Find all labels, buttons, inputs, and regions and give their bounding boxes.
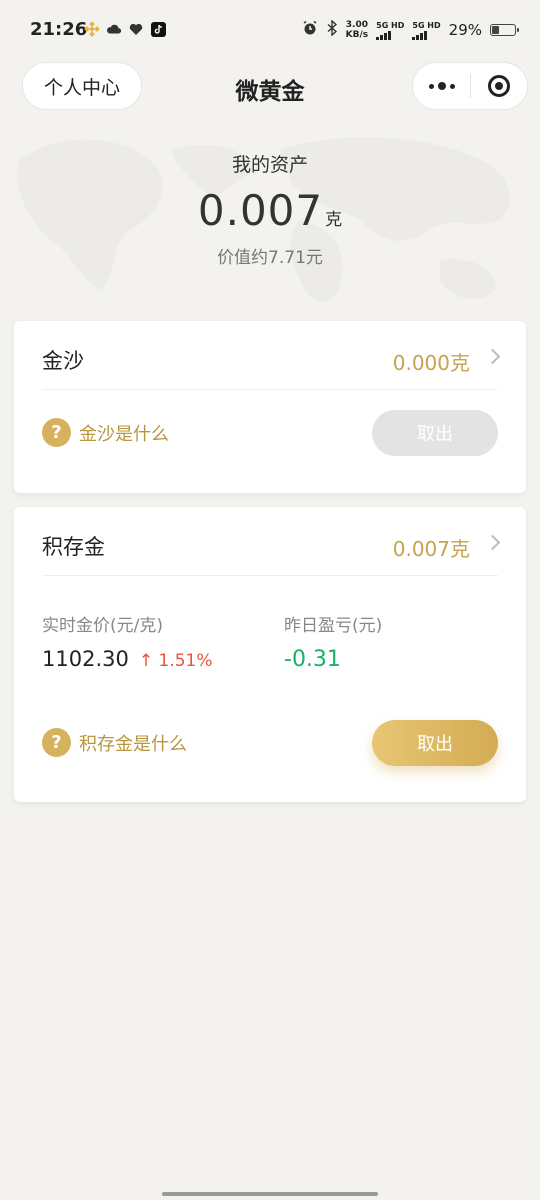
gold-accumulation-help-link[interactable]: ? 积存金是什么 xyxy=(42,728,187,757)
signal-bars-icon xyxy=(412,30,440,40)
asset-amount-unit: 克 xyxy=(325,210,343,230)
price-change: ↑ 1.51% xyxy=(138,651,213,671)
signal-bars-icon xyxy=(376,30,404,40)
gold-accumulation-header[interactable]: 积存金 0.007克 xyxy=(42,507,501,576)
status-time: 21:26 xyxy=(30,19,88,40)
asset-amount-value: 0.007 xyxy=(197,186,324,235)
close-miniprogram-button[interactable] xyxy=(471,62,527,110)
gold-accumulation-help-text: 积存金是什么 xyxy=(79,733,187,755)
gold-accumulation-withdraw-button[interactable]: 取出 xyxy=(372,720,498,766)
gold-accumulation-title: 积存金 xyxy=(42,535,105,559)
question-icon: ? xyxy=(42,418,71,447)
network-type-sim2: 5G HD xyxy=(412,20,441,30)
status-system-icons: 3.00 KB/s 5G HD 5G HD 29% xyxy=(302,19,519,40)
binance-icon xyxy=(84,21,100,37)
bluetooth-icon xyxy=(326,19,338,40)
target-close-icon xyxy=(487,75,510,97)
heart-icon xyxy=(128,21,144,37)
status-bar: 21:26 3.00 KB/s 5G HD 5G HD 29% xyxy=(0,0,540,64)
home-indicator[interactable] xyxy=(162,1192,378,1196)
battery-icon xyxy=(490,24,519,36)
realtime-price-row: 1102.30 ↑ 1.51% xyxy=(42,647,213,671)
status-notification-icons xyxy=(84,21,166,37)
realtime-price-label: 实时金价(元/克) xyxy=(42,616,163,636)
signal-sim2: 5G HD xyxy=(412,20,441,40)
tiktok-icon xyxy=(150,21,166,37)
more-options-button[interactable] xyxy=(413,62,470,110)
gold-accumulation-card: 积存金 0.007克 实时金价(元/克) 1102.30 ↑ 1.51% 昨日盈… xyxy=(14,507,526,802)
battery-percent: 29% xyxy=(448,21,482,39)
gold-sand-help-text: 金沙是什么 xyxy=(79,423,169,445)
gold-sand-withdraw-button[interactable]: 取出 xyxy=(372,410,498,456)
alarm-icon xyxy=(302,20,318,40)
miniprogram-capsule xyxy=(412,62,528,110)
realtime-price-value: 1102.30 xyxy=(42,647,129,671)
network-type-sim1: 5G HD xyxy=(376,20,405,30)
gold-sand-header[interactable]: 金沙 0.000克 xyxy=(42,321,501,390)
my-assets-label: 我的资产 xyxy=(231,154,308,176)
gold-sand-card: 金沙 0.000克 ? 金沙是什么 取出 xyxy=(14,321,526,493)
signal-sim1: 5G HD xyxy=(376,21,404,40)
question-icon: ? xyxy=(42,728,71,757)
network-speed-value: 3.00 xyxy=(345,20,368,30)
network-speed-unit: KB/s xyxy=(345,30,369,40)
asset-value-estimate: 价值约7.71元 xyxy=(217,248,323,268)
gold-sand-amount: 0.000克 xyxy=(392,351,470,375)
chevron-right-icon xyxy=(484,534,501,551)
gold-accumulation-amount: 0.007克 xyxy=(392,537,470,561)
chevron-right-icon xyxy=(484,348,501,365)
gold-sand-title: 金沙 xyxy=(42,349,84,373)
top-nav: 个人中心 微黄金 xyxy=(0,60,540,114)
gold-sand-help-link[interactable]: ? 金沙是什么 xyxy=(42,418,169,447)
network-speed: 3.00 KB/s xyxy=(346,20,368,40)
yesterday-pnl-value: -0.31 xyxy=(284,647,341,672)
yesterday-pnl-label: 昨日盈亏(元) xyxy=(284,616,383,636)
my-assets-amount: 0.007 克 xyxy=(0,186,540,235)
weather-cloud-icon xyxy=(106,21,122,37)
